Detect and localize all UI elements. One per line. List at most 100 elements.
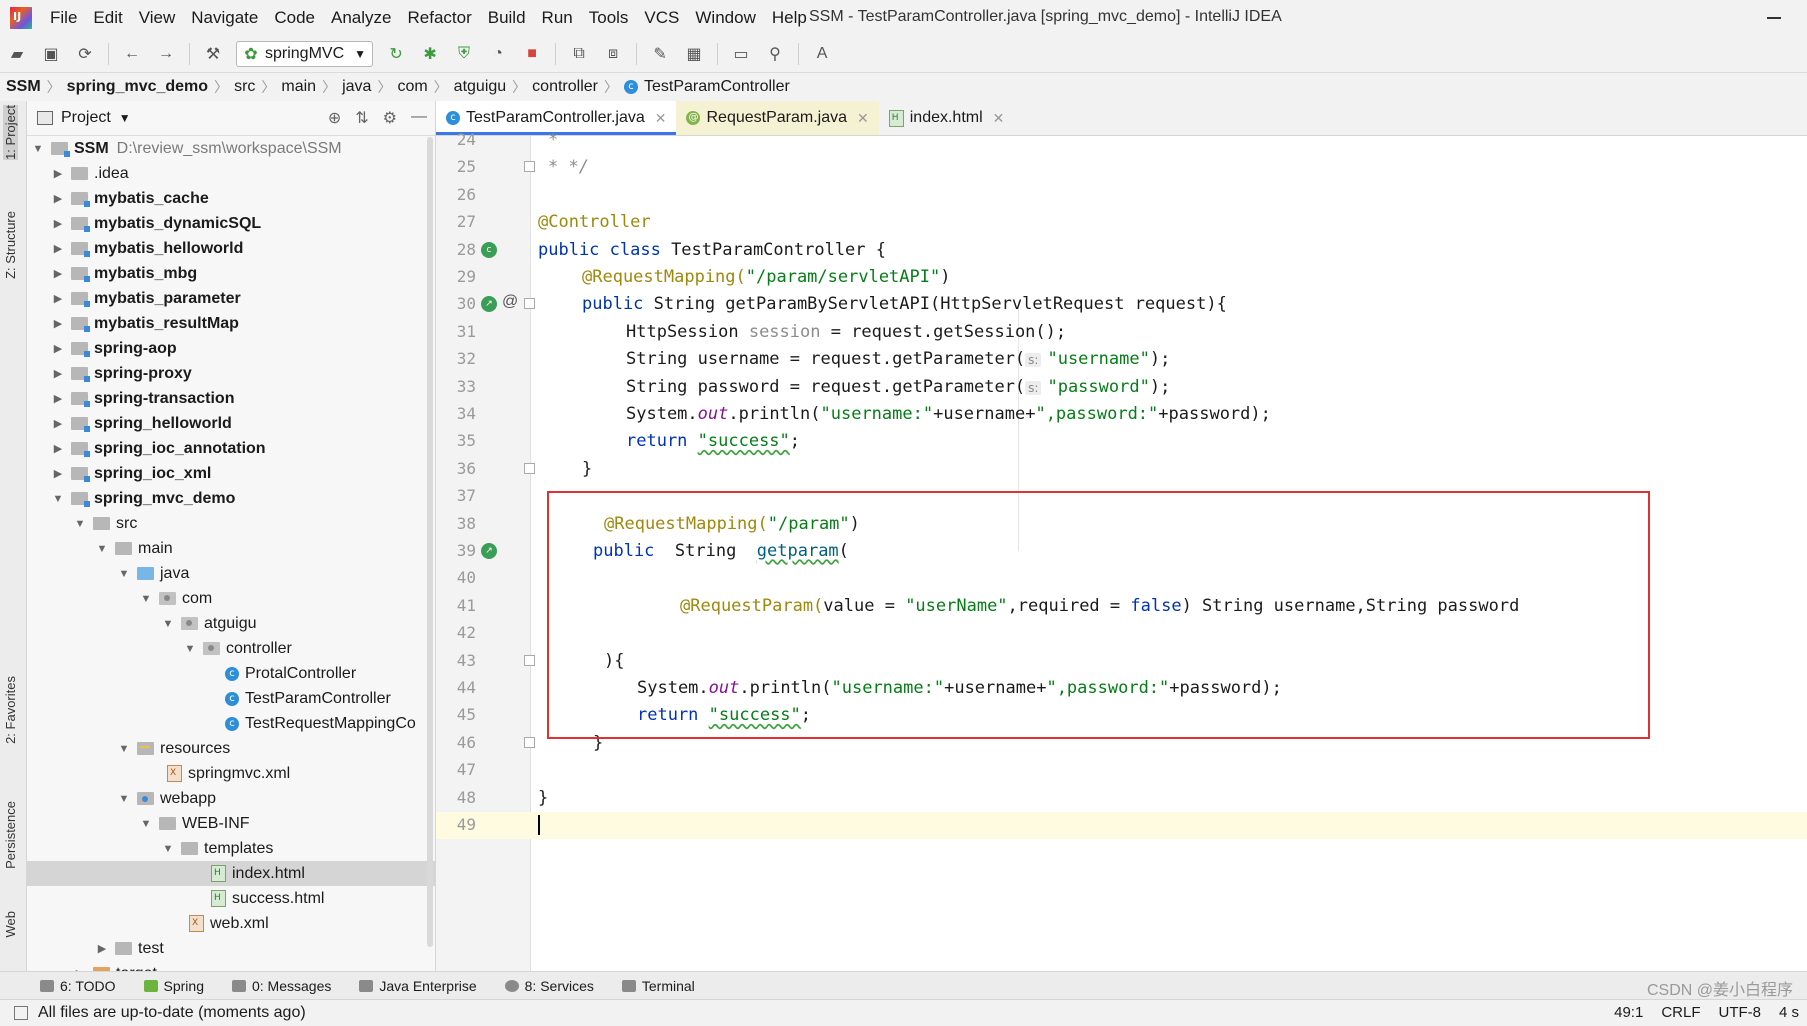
chevron-right-icon[interactable]: ▶	[51, 292, 65, 305]
spring-bean-icon[interactable]: c	[481, 241, 497, 258]
tree-item-mybatis-resultmap[interactable]: ▶ mybatis_resultMap	[27, 311, 435, 336]
chevron-right-icon[interactable]: ▶	[51, 167, 65, 180]
chevron-down-icon[interactable]: ▼	[161, 618, 175, 630]
tree-item-resources[interactable]: ▼ resources	[27, 736, 435, 761]
chevron-right-icon[interactable]: ▶	[51, 342, 65, 355]
chevron-right-icon[interactable]: ▶	[51, 317, 65, 330]
tree-item-spring-ioc-annotation[interactable]: ▶ spring_ioc_annotation	[27, 436, 435, 461]
tree-item-spring-proxy[interactable]: ▶ spring-proxy	[27, 361, 435, 386]
tree-item-webapp[interactable]: ▼ webapp	[27, 786, 435, 811]
tool-tab-project[interactable]: 1: Project	[3, 105, 18, 160]
chevron-right-icon[interactable]: ▶	[51, 392, 65, 405]
chevron-down-icon[interactable]: ▼	[117, 793, 131, 805]
tree-item-spring-transaction[interactable]: ▶ spring-transaction	[27, 386, 435, 411]
menu-help[interactable]: Help	[764, 8, 815, 28]
translate-icon[interactable]: A	[811, 43, 833, 65]
menu-navigate[interactable]: Navigate	[183, 8, 266, 28]
search-icon[interactable]: ⚲	[764, 43, 786, 65]
crumb-src[interactable]: src	[228, 78, 261, 96]
chevron-right-icon[interactable]: ▶	[51, 242, 65, 255]
tree-item-mybatis-mbg[interactable]: ▶ mybatis_mbg	[27, 261, 435, 286]
tree-item-spring-helloworld[interactable]: ▶ spring_helloworld	[27, 411, 435, 436]
crumb-main[interactable]: main	[275, 78, 322, 96]
chevron-right-icon[interactable]: ▶	[95, 942, 109, 955]
tree-item-mybatis-helloworld[interactable]: ▶ mybatis_helloworld	[27, 236, 435, 261]
close-icon[interactable]: ✕	[857, 110, 869, 127]
tree-item-src[interactable]: ▼ src	[27, 511, 435, 536]
tree-item-spring-ioc-xml[interactable]: ▶ spring_ioc_xml	[27, 461, 435, 486]
tree-item-success-html[interactable]: success.html	[27, 886, 435, 911]
debug-icon[interactable]: ✱	[419, 43, 441, 65]
tool-tab-web[interactable]: Web	[3, 911, 18, 938]
fold-marker-icon[interactable]	[524, 654, 535, 666]
menu-edit[interactable]: Edit	[85, 8, 130, 28]
run-coverage-icon[interactable]: ⛨	[453, 43, 475, 65]
chevron-right-icon[interactable]: ▶	[51, 217, 65, 230]
chevron-down-icon[interactable]: ▼	[161, 843, 175, 855]
run-config-select[interactable]: ✿ springMVC ▼	[236, 41, 374, 67]
menu-tools[interactable]: Tools	[581, 8, 637, 28]
crumb-class[interactable]: c TestParamController	[618, 78, 796, 96]
tree-item-springmvc-xml[interactable]: springmvc.xml	[27, 761, 435, 786]
tool-spring[interactable]: Spring	[143, 978, 204, 994]
chevron-down-icon[interactable]: ▼	[117, 568, 131, 580]
build-hammer-icon[interactable]: ⚒	[202, 43, 224, 65]
crumb-java[interactable]: java	[336, 78, 377, 96]
at-sign-icon[interactable]: @	[502, 293, 518, 311]
tree-item-protalcontroller[interactable]: c ProtalController	[27, 661, 435, 686]
tool-tab-favorites[interactable]: 2: Favorites	[3, 676, 18, 744]
tool-terminal[interactable]: Terminal	[621, 978, 695, 994]
deploy-icon[interactable]: ⧈	[602, 43, 624, 65]
fold-marker-icon[interactable]	[524, 462, 535, 474]
collapse-all-icon[interactable]: ⇅	[355, 108, 368, 128]
tool-tab-persistence[interactable]: Persistence	[3, 801, 18, 869]
tree-item-idea[interactable]: ▶ .idea	[27, 161, 435, 186]
project-structure-icon[interactable]: ▦	[683, 43, 705, 65]
menu-file[interactable]: File	[42, 8, 85, 28]
tree-item-templates[interactable]: ▼ templates	[27, 836, 435, 861]
menu-analyze[interactable]: Analyze	[323, 8, 399, 28]
forward-icon[interactable]: →	[155, 43, 177, 65]
tree-item-spring-aop[interactable]: ▶ spring-aop	[27, 336, 435, 361]
chevron-down-icon[interactable]: ▼	[183, 643, 197, 655]
chevron-right-icon[interactable]: ▶	[51, 267, 65, 280]
menu-build[interactable]: Build	[480, 8, 534, 28]
crumb-com[interactable]: com	[391, 78, 433, 96]
crumb-module[interactable]: spring_mvc_demo	[61, 78, 214, 96]
menu-window[interactable]: Window	[687, 8, 763, 28]
file-encoding[interactable]: UTF-8	[1718, 1004, 1761, 1021]
profile-icon[interactable]: ◔	[487, 43, 509, 65]
settings-wrench-icon[interactable]: ✎	[649, 43, 671, 65]
gear-icon[interactable]: ⚙	[383, 108, 397, 128]
fold-marker-icon[interactable]	[524, 161, 535, 173]
stop-icon[interactable]: ■	[521, 43, 543, 65]
request-mapping-icon[interactable]: ↗	[481, 543, 497, 559]
line-separator[interactable]: CRLF	[1661, 1004, 1700, 1021]
tree-item-mybatis-dynamicsql[interactable]: ▶ mybatis_dynamicSQL	[27, 211, 435, 236]
tree-item-testrequestmappingcontroller[interactable]: c TestRequestMappingCo	[27, 711, 435, 736]
sync-icon[interactable]: ⟳	[74, 43, 96, 65]
tool-todo[interactable]: 6: TODO	[40, 978, 116, 994]
tool-tab-structure[interactable]: Z: Structure	[3, 211, 18, 279]
tree-item-main[interactable]: ▼ main	[27, 536, 435, 561]
tool-messages[interactable]: 0: Messages	[231, 978, 331, 994]
tree-item-com[interactable]: ▼ com	[27, 586, 435, 611]
chevron-down-icon[interactable]: ▼	[117, 743, 131, 755]
chevron-down-icon[interactable]: ▼	[139, 593, 153, 605]
close-icon[interactable]: ✕	[655, 110, 667, 127]
open-folder-icon[interactable]: ▰	[6, 43, 28, 65]
menu-run[interactable]: Run	[534, 8, 581, 28]
chevron-right-icon[interactable]: ▶	[51, 367, 65, 380]
menu-code[interactable]: Code	[266, 8, 323, 28]
tree-item-mybatis-cache[interactable]: ▶ mybatis_cache	[27, 186, 435, 211]
menu-vcs[interactable]: VCS	[636, 8, 687, 28]
chevron-down-icon[interactable]: ▼	[31, 143, 45, 155]
code-editor[interactable]: 24 * 25 * */ 26 27 @Controller 28 c public cl…	[436, 130, 1807, 971]
tree-item-mybatis-parameter[interactable]: ▶ mybatis_parameter	[27, 286, 435, 311]
hide-icon[interactable]: —	[411, 108, 427, 128]
back-icon[interactable]: ←	[121, 43, 143, 65]
close-icon[interactable]: ✕	[993, 110, 1005, 127]
status-message[interactable]: All files are up-to-date (moments ago)	[14, 1004, 306, 1022]
tree-item-index-html[interactable]: index.html	[27, 861, 435, 886]
tree-item-controller[interactable]: ▼ controller	[27, 636, 435, 661]
